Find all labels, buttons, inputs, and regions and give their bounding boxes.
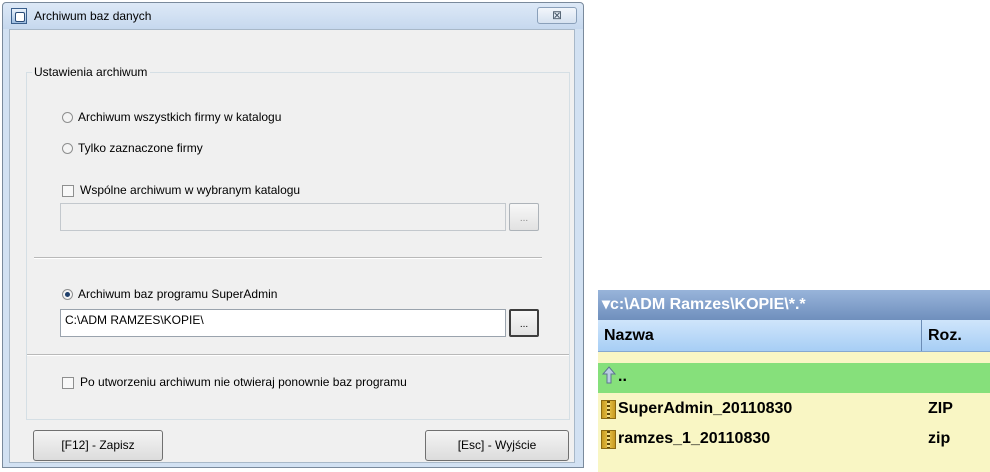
- common-archive-label[interactable]: Wspólne archiwum w wybranym katalogu: [80, 183, 300, 197]
- column-name-header[interactable]: Nazwa: [604, 327, 654, 345]
- column-ext-header[interactable]: Roz.: [928, 327, 962, 345]
- radio-selected-companies[interactable]: [62, 143, 73, 154]
- app-icon: [11, 8, 27, 24]
- panel-path[interactable]: ▾c:\ADM Ramzes\KOPIE\*.*: [598, 290, 990, 320]
- file-row[interactable]: SuperAdmin_20110830 ZIP: [598, 395, 990, 425]
- group-title: Ustawienia archiwum: [32, 65, 151, 79]
- exit-button[interactable]: [Esc] - Wyjście: [425, 430, 569, 461]
- radio-superadmin[interactable]: [62, 289, 73, 300]
- file-name: SuperAdmin_20110830: [618, 400, 793, 417]
- radio-all-companies-label[interactable]: Archiwum wszystkich firmy w katalogu: [78, 110, 281, 124]
- title-bar: Archiwum baz danych ⊠: [3, 3, 583, 29]
- file-name: ramzes_1_20110830: [618, 430, 771, 447]
- close-button[interactable]: ⊠: [537, 7, 577, 24]
- parent-dir-label: ..: [618, 368, 627, 385]
- no-reopen-checkbox[interactable]: [62, 377, 74, 389]
- up-arrow-icon: [602, 366, 616, 384]
- superadmin-browse-button[interactable]: ...: [509, 309, 539, 337]
- file-ext: zip: [928, 430, 951, 447]
- file-panel: ▾c:\ADM Ramzes\KOPIE\*.* Nazwa Roz. .. S…: [598, 290, 990, 472]
- radio-all-companies[interactable]: [62, 112, 73, 123]
- parent-dir-row[interactable]: ..: [598, 363, 990, 393]
- common-archive-checkbox[interactable]: [62, 185, 74, 197]
- separator: [34, 257, 542, 259]
- archive-settings-group: [26, 72, 570, 420]
- common-archive-path-input[interactable]: [60, 203, 506, 231]
- radio-selected-companies-label[interactable]: Tylko zaznaczone firmy: [78, 141, 203, 155]
- column-divider[interactable]: [921, 320, 922, 351]
- save-button[interactable]: [F12] - Zapisz: [33, 430, 163, 461]
- zip-file-icon: [601, 430, 616, 449]
- common-archive-browse-button[interactable]: ...: [509, 203, 539, 231]
- file-row[interactable]: ramzes_1_20110830 zip: [598, 425, 990, 455]
- superadmin-path-input[interactable]: C:\ADM RAMZES\KOPIE\: [60, 309, 506, 337]
- separator: [27, 354, 569, 356]
- zip-file-icon: [601, 400, 616, 419]
- no-reopen-label[interactable]: Po utworzeniu archiwum nie otwieraj pono…: [80, 375, 407, 389]
- radio-superadmin-label[interactable]: Archiwum baz programu SuperAdmin: [78, 287, 277, 301]
- panel-column-header: Nazwa Roz.: [598, 320, 990, 352]
- file-ext: ZIP: [928, 400, 953, 417]
- dialog-title: Archiwum baz danych: [34, 9, 152, 23]
